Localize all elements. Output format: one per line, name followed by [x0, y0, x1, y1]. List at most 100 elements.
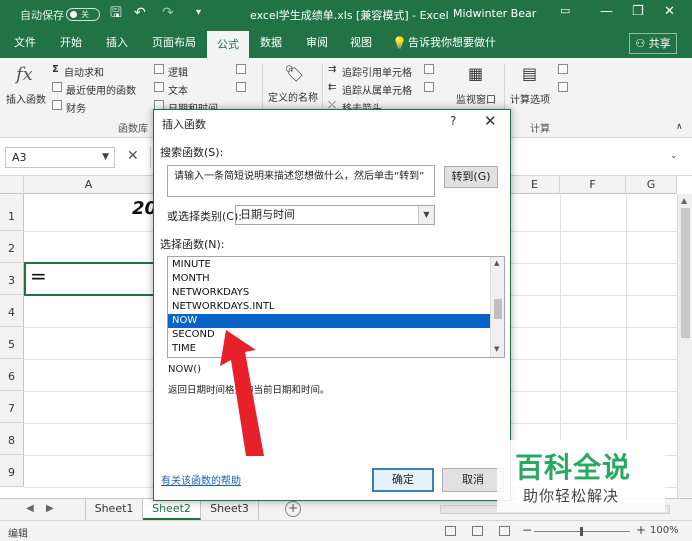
- name-box[interactable]: A3 ▼: [5, 147, 115, 168]
- recent-functions-button[interactable]: 最近使用的函数: [66, 82, 136, 97]
- function-item[interactable]: NETWORKDAYS.INTL: [168, 300, 490, 314]
- function-item-selected[interactable]: NOW: [168, 314, 490, 328]
- trace-dependents-button[interactable]: 追踪从属单元格: [342, 82, 412, 97]
- tab-review[interactable]: 审阅: [298, 28, 336, 58]
- share-button[interactable]: ⚇ 共享: [629, 33, 677, 54]
- row-header-6[interactable]: 6: [0, 359, 24, 391]
- math-icon[interactable]: [236, 82, 246, 92]
- scroll-down-icon[interactable]: ▼: [494, 345, 499, 353]
- close-icon[interactable]: ✕: [664, 4, 675, 19]
- zoom-level[interactable]: 100%: [650, 525, 679, 536]
- calc-sheet-icon[interactable]: [558, 82, 568, 92]
- row-header-5[interactable]: 5: [0, 327, 24, 359]
- tab-view[interactable]: 视图: [342, 28, 380, 58]
- trace-precedents-icon: ⇉: [328, 64, 337, 75]
- row-header-2[interactable]: 2: [0, 231, 24, 263]
- watch-window-button[interactable]: 监视窗口: [456, 91, 496, 106]
- category-select[interactable]: 日期与时间 ▼: [235, 205, 435, 225]
- add-sheet-button[interactable]: +: [285, 501, 301, 517]
- tell-me-search[interactable]: 告诉我你想要做什么: [408, 28, 504, 79]
- calculation-options-button[interactable]: 计算选项: [510, 91, 550, 106]
- function-list-scrollbar[interactable]: ▲ ▼: [490, 257, 504, 357]
- save-icon[interactable]: 🖫: [110, 5, 122, 21]
- show-formulas-icon[interactable]: [424, 64, 434, 74]
- tab-home[interactable]: 开始: [52, 28, 90, 58]
- trace-precedents-button[interactable]: 追踪引用单元格: [342, 64, 412, 79]
- scrollbar-thumb[interactable]: [681, 208, 690, 338]
- scroll-up-icon[interactable]: ▲: [494, 259, 499, 267]
- zoom-out-icon[interactable]: −: [522, 523, 532, 537]
- page-break-view-icon[interactable]: [499, 526, 510, 536]
- zoom-slider[interactable]: [534, 527, 630, 536]
- watch-window-icon[interactable]: ▦: [468, 64, 483, 83]
- page-layout-view-icon[interactable]: [472, 526, 483, 536]
- normal-view-icon[interactable]: [445, 526, 456, 536]
- financial-button[interactable]: 财务: [66, 100, 86, 115]
- row-header-4[interactable]: 4: [0, 295, 24, 327]
- customize-icon[interactable]: ▾: [196, 5, 201, 21]
- vertical-scrollbar[interactable]: ▲: [677, 194, 692, 498]
- user-name[interactable]: Midwinter Bear: [453, 7, 536, 20]
- function-item[interactable]: SECOND: [168, 328, 490, 342]
- function-icon[interactable]: fx: [16, 64, 33, 85]
- row-header-9[interactable]: 9: [0, 455, 24, 487]
- function-item[interactable]: NETWORKDAYS: [168, 286, 490, 300]
- name-manager-icon[interactable]: 🏷: [284, 64, 304, 83]
- zoom-slider-marker[interactable]: [580, 527, 583, 536]
- cancel-icon[interactable]: ✕: [127, 148, 139, 164]
- status-bar: 编辑 − + 100%: [0, 520, 692, 541]
- chevron-down-icon[interactable]: ▼: [418, 206, 434, 224]
- expand-formula-icon[interactable]: ⌄: [670, 151, 678, 161]
- minimize-icon[interactable]: —: [600, 4, 613, 19]
- scroll-up-icon[interactable]: ▲: [681, 196, 687, 205]
- sheet-prev-icon[interactable]: ◀: [26, 503, 34, 514]
- ribbon-display-icon[interactable]: ▭: [560, 4, 570, 17]
- tab-formulas[interactable]: 公式: [207, 31, 249, 58]
- row-header-1[interactable]: 1: [0, 194, 24, 231]
- row-header-7[interactable]: 7: [0, 391, 24, 423]
- function-item[interactable]: TIME: [168, 342, 490, 356]
- calc-now-icon[interactable]: [558, 64, 568, 74]
- error-check-icon[interactable]: [424, 82, 434, 92]
- column-header-a[interactable]: A: [24, 176, 154, 194]
- tab-file[interactable]: 文件: [6, 28, 44, 58]
- sheet-tab-3[interactable]: Sheet3: [201, 499, 259, 520]
- calculator-icon[interactable]: ▤: [522, 64, 537, 83]
- sheet-tab-1[interactable]: Sheet1: [85, 499, 143, 520]
- tab-data[interactable]: 数据: [252, 28, 290, 58]
- cancel-button[interactable]: 取消: [442, 468, 504, 492]
- undo-icon[interactable]: ↶: [134, 5, 146, 21]
- defined-names-button[interactable]: 定义的名称: [268, 89, 318, 104]
- ok-button[interactable]: 确定: [372, 468, 434, 492]
- column-header-g[interactable]: G: [626, 176, 677, 194]
- autosum-button[interactable]: 自动求和: [64, 64, 104, 79]
- column-header-e[interactable]: E: [510, 176, 560, 194]
- function-item[interactable]: MONTH: [168, 272, 490, 286]
- sheet-tab-2[interactable]: Sheet2: [143, 499, 201, 520]
- scrollbar-thumb[interactable]: [494, 299, 502, 319]
- column-header-f[interactable]: F: [560, 176, 626, 194]
- goto-button[interactable]: 转到(G): [444, 166, 498, 188]
- function-list[interactable]: MINUTE MONTH NETWORKDAYS NETWORKDAYS.INT…: [167, 256, 505, 358]
- close-icon[interactable]: ✕: [484, 112, 497, 130]
- text-button[interactable]: 文本: [168, 82, 188, 97]
- function-help-link[interactable]: 有关该函数的帮助: [161, 472, 241, 487]
- function-item[interactable]: MINUTE: [168, 258, 490, 272]
- select-all-corner[interactable]: [0, 176, 24, 194]
- zoom-in-icon[interactable]: +: [636, 523, 646, 537]
- insert-function-button[interactable]: 插入函数: [6, 91, 46, 106]
- row-header-3[interactable]: 3: [0, 263, 24, 295]
- search-input[interactable]: 请输入一条简短说明来描述您想做什么，然后单击“转到”: [167, 165, 435, 197]
- lookup-icon[interactable]: [236, 64, 246, 74]
- autosave-toggle[interactable]: 关: [66, 8, 100, 21]
- logical-button[interactable]: 逻辑: [168, 64, 188, 79]
- row-header-8[interactable]: 8: [0, 423, 24, 455]
- collapse-ribbon-icon[interactable]: ∧: [676, 122, 683, 132]
- sheet-next-icon[interactable]: ▶: [46, 503, 54, 514]
- tab-insert[interactable]: 插入: [98, 28, 136, 58]
- help-icon[interactable]: ?: [450, 114, 456, 128]
- redo-icon[interactable]: ↷: [162, 5, 174, 21]
- restore-icon[interactable]: ❐: [632, 4, 644, 19]
- name-box-value: A3: [12, 151, 27, 164]
- tab-page-layout[interactable]: 页面布局: [144, 28, 204, 58]
